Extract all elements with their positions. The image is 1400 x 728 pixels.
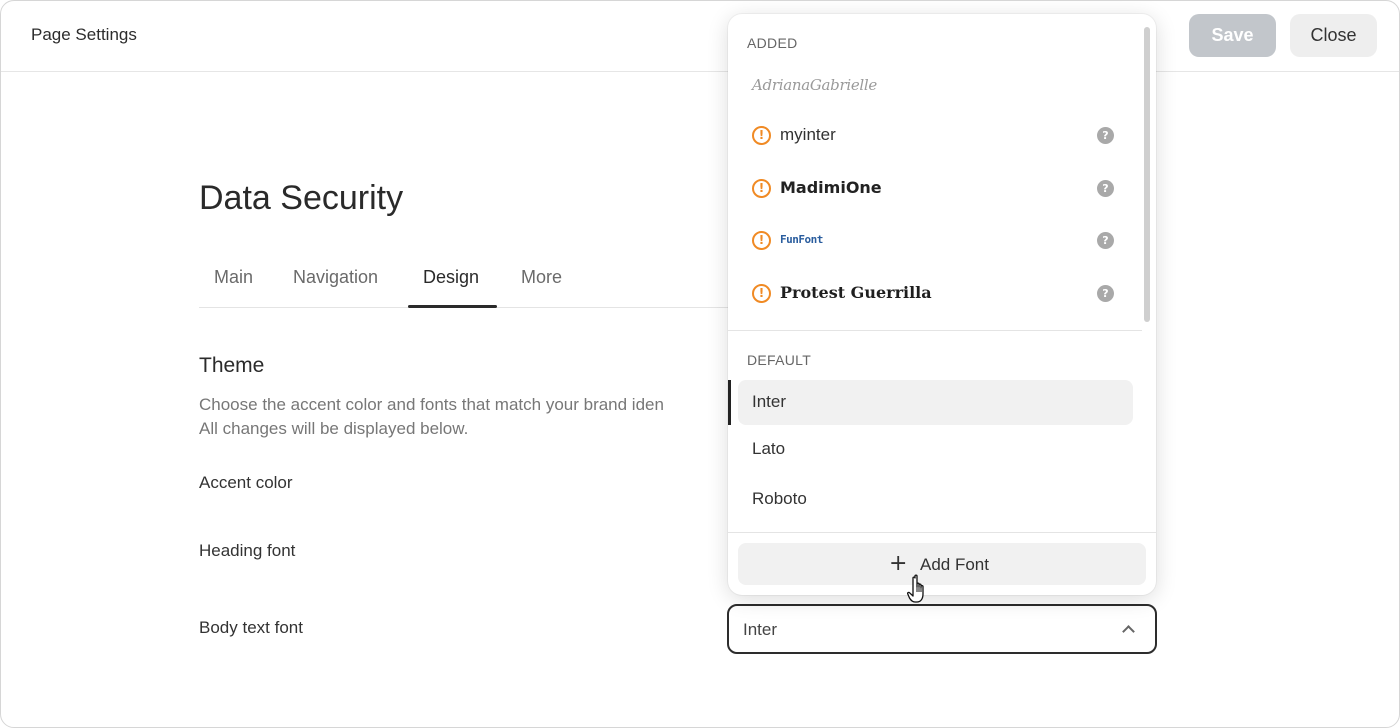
font-dropdown-menu: ADDED AdrianaGabrielle ! myinter ? ! Mad…: [728, 14, 1156, 595]
font-option-label: myinter: [780, 125, 836, 144]
top-bar: Page Settings Save Close: [1, 1, 1399, 72]
warning-circle-icon: !: [752, 179, 771, 198]
close-button[interactable]: Close: [1290, 14, 1377, 57]
body-font-label: Body text font: [199, 618, 303, 637]
plus-icon: +: [889, 551, 908, 576]
warning-circle-icon: !: [752, 284, 771, 303]
font-option-protest-guerrilla[interactable]: ! Protest Guerrilla ?: [738, 271, 1133, 316]
font-option-label: Protest Guerrilla: [780, 283, 932, 302]
dropdown-scrollbar[interactable]: [1144, 27, 1150, 322]
font-option-label: MadimiOne: [780, 178, 882, 197]
font-option-label: Roboto: [752, 489, 807, 508]
font-option-label: AdrianaGabrielle: [752, 76, 877, 94]
settings-window: Page Settings Save Close Data Security M…: [0, 0, 1400, 728]
save-button[interactable]: Save: [1189, 14, 1276, 57]
warning-circle-icon: !: [752, 231, 771, 250]
heading-font-label: Heading font: [199, 541, 296, 560]
tab-bar: Main Navigation Design More: [199, 259, 729, 308]
hand-pointer-cursor: [907, 574, 924, 603]
font-option-lato[interactable]: Lato: [738, 427, 1133, 472]
font-option-madimione[interactable]: ! MadimiOne ?: [738, 166, 1133, 211]
theme-section-title: Theme: [199, 354, 265, 377]
theme-section-description: Choose the accent color and fonts that m…: [199, 393, 729, 441]
body-font-select-value: Inter: [743, 620, 778, 639]
font-option-label: Inter: [752, 392, 787, 411]
active-tab-indicator: [408, 305, 497, 308]
tab-main[interactable]: Main: [214, 267, 253, 288]
help-circle-icon[interactable]: ?: [1097, 232, 1114, 249]
help-circle-icon[interactable]: ?: [1097, 180, 1114, 197]
add-font-label: Add Font: [920, 555, 989, 574]
font-option-funfont[interactable]: ! FunFont ?: [738, 218, 1133, 263]
font-option-label: FunFont: [780, 233, 823, 246]
added-group-label: ADDED: [747, 35, 798, 51]
body-font-select[interactable]: Inter: [727, 604, 1157, 654]
theme-desc-line-1: Choose the accent color and fonts that m…: [199, 395, 664, 414]
topbar-title: Page Settings: [31, 25, 137, 44]
page-title: Data Security: [199, 179, 404, 217]
help-circle-icon[interactable]: ?: [1097, 285, 1114, 302]
dropdown-footer-divider: [728, 532, 1156, 533]
help-circle-icon[interactable]: ?: [1097, 127, 1114, 144]
accent-color-label: Accent color: [199, 473, 293, 492]
chevron-up-icon: [1122, 625, 1135, 638]
theme-desc-line-2: All changes will be displayed below.: [199, 419, 469, 438]
add-font-button[interactable]: + Add Font: [738, 543, 1146, 585]
tab-design[interactable]: Design: [423, 267, 479, 288]
font-option-myinter[interactable]: ! myinter ?: [738, 113, 1133, 158]
font-option-inter[interactable]: Inter: [738, 380, 1133, 425]
font-option-label: Lato: [752, 439, 786, 458]
font-option-adrianagabrielle[interactable]: AdrianaGabrielle: [738, 64, 1133, 109]
tab-more[interactable]: More: [521, 267, 562, 288]
font-option-roboto[interactable]: Roboto: [738, 477, 1133, 522]
tab-navigation[interactable]: Navigation: [293, 267, 378, 288]
focus-indicator: [728, 380, 731, 425]
dropdown-divider: [728, 330, 1142, 331]
default-group-label: DEFAULT: [747, 352, 812, 368]
warning-circle-icon: !: [752, 126, 771, 145]
